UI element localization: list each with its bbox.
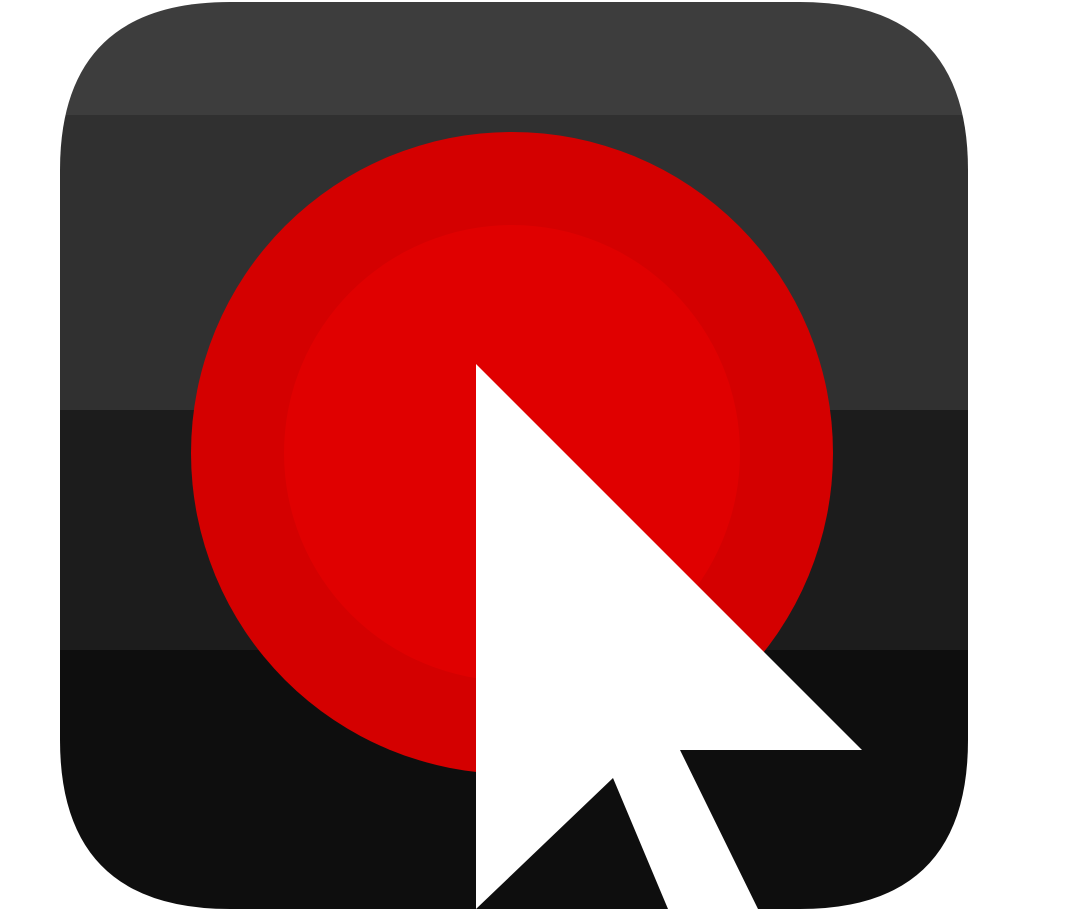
icon-band-top <box>60 2 968 115</box>
screen-recorder-app-icon <box>60 2 968 909</box>
app-icon-canvas <box>0 0 1083 909</box>
